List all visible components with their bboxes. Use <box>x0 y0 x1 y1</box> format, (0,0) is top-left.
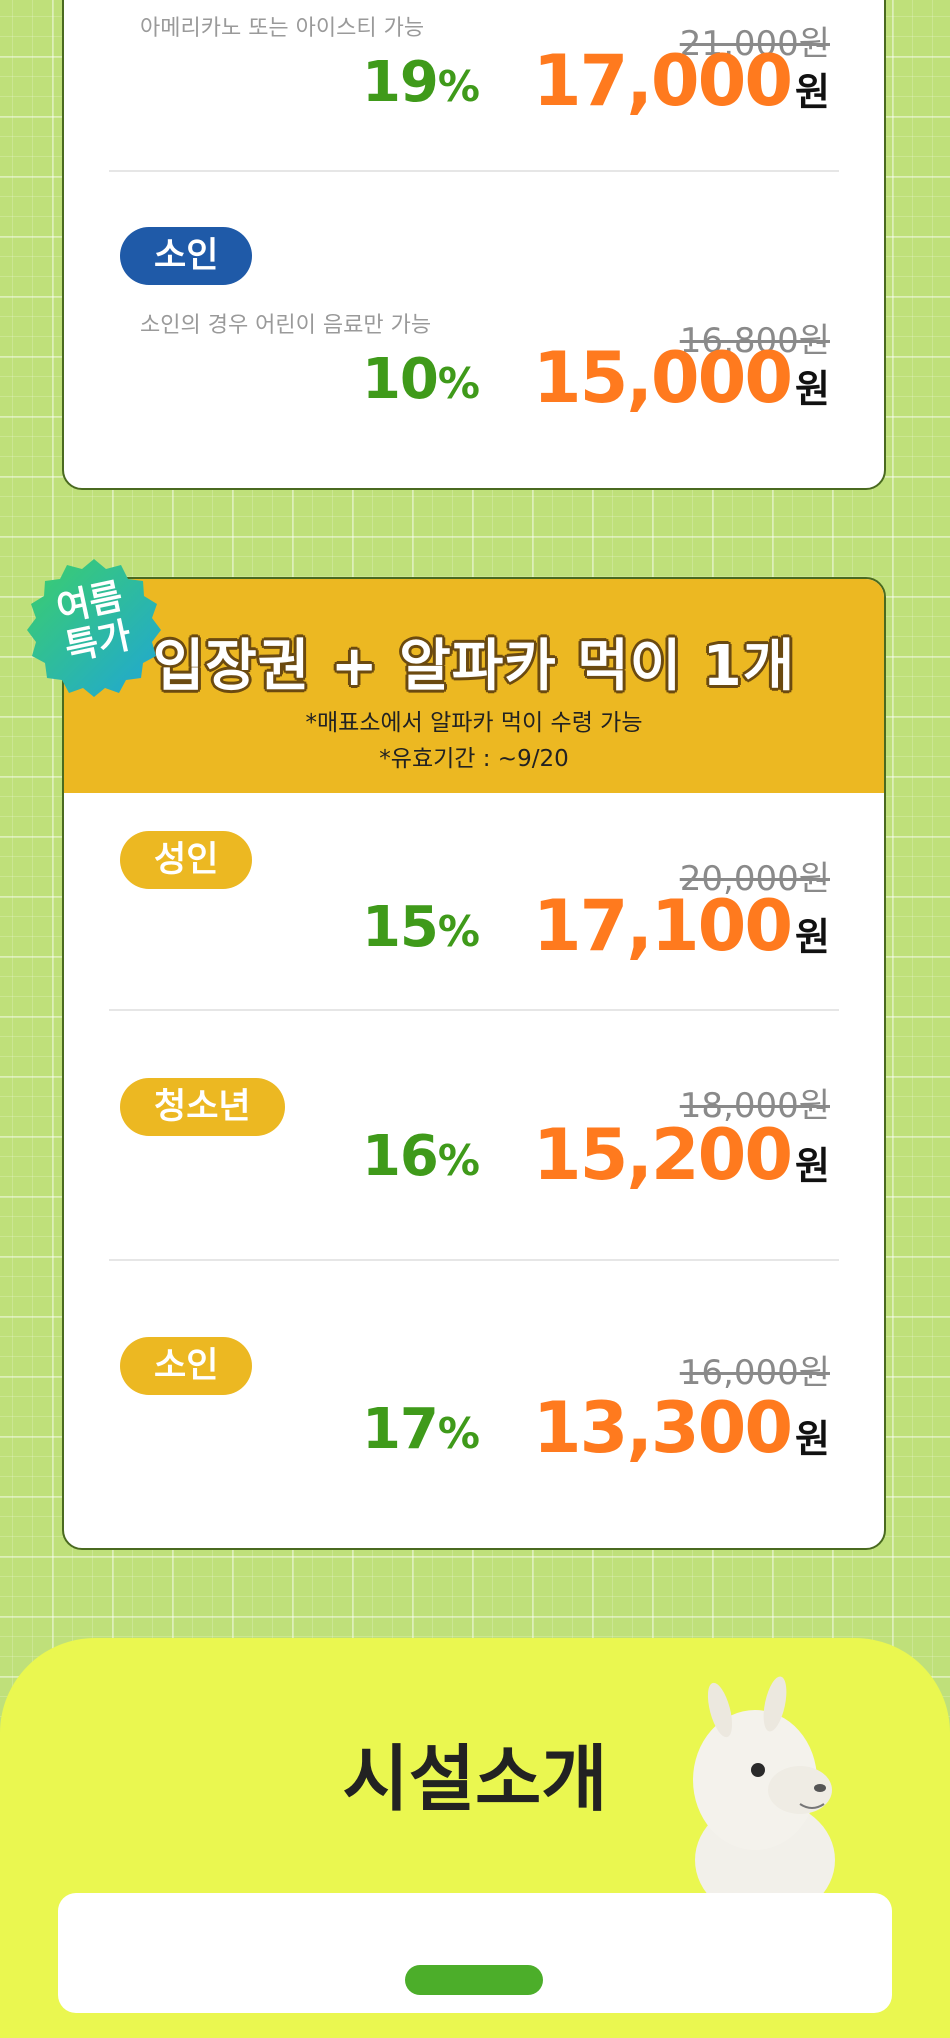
row-subtext: 아메리카노 또는 아이스티 가능 <box>140 16 425 41</box>
sale-price: 13,300 원 <box>532 1387 830 1469</box>
discount-rate: 16% <box>361 1124 480 1189</box>
discount-rate: 10% <box>361 347 480 412</box>
row-subtext: 소인의 경우 어린이 음료만 가능 <box>140 313 432 338</box>
summer-sale-badge: 여름 특가 <box>22 555 166 699</box>
pricing-card-beverage: 아메리카노 또는 아이스티 가능 21,000원 19% 17,000 원 소인 … <box>62 0 886 490</box>
card-header: 입장권 + 알파카 먹이 1개 *매표소에서 알파카 먹이 수령 가능 *유효기… <box>64 579 884 793</box>
discount-rate: 15% <box>361 895 480 960</box>
pricing-card-alpaca-feed: 입장권 + 알파카 먹이 1개 *매표소에서 알파카 먹이 수령 가능 *유효기… <box>62 577 886 1550</box>
facility-card <box>58 1893 892 2013</box>
category-label-adult: 성인 <box>120 831 253 889</box>
sale-price: 15,000 원 <box>532 337 830 419</box>
category-label-child: 소인 <box>120 1337 253 1395</box>
sale-price: 17,100 원 <box>532 885 830 967</box>
sale-price: 15,200 원 <box>532 1114 830 1196</box>
discount-rate: 19% <box>361 50 480 115</box>
row-divider <box>109 170 839 172</box>
card-title: 입장권 + 알파카 먹이 1개 <box>152 634 796 699</box>
category-label-child: 소인 <box>120 227 253 285</box>
row-divider <box>109 1009 839 1011</box>
sale-price: 17,000 원 <box>532 40 830 122</box>
row-divider <box>109 1259 839 1261</box>
alpaca-image <box>693 1676 835 1900</box>
category-label-teen: 청소년 <box>120 1078 285 1136</box>
card-note: *유효기간 : ~9/20 <box>379 746 569 772</box>
discount-rate: 17% <box>361 1397 480 1462</box>
card-note: *매표소에서 알파카 먹이 수령 가능 <box>305 710 643 736</box>
facility-category-pill <box>405 1965 543 1995</box>
